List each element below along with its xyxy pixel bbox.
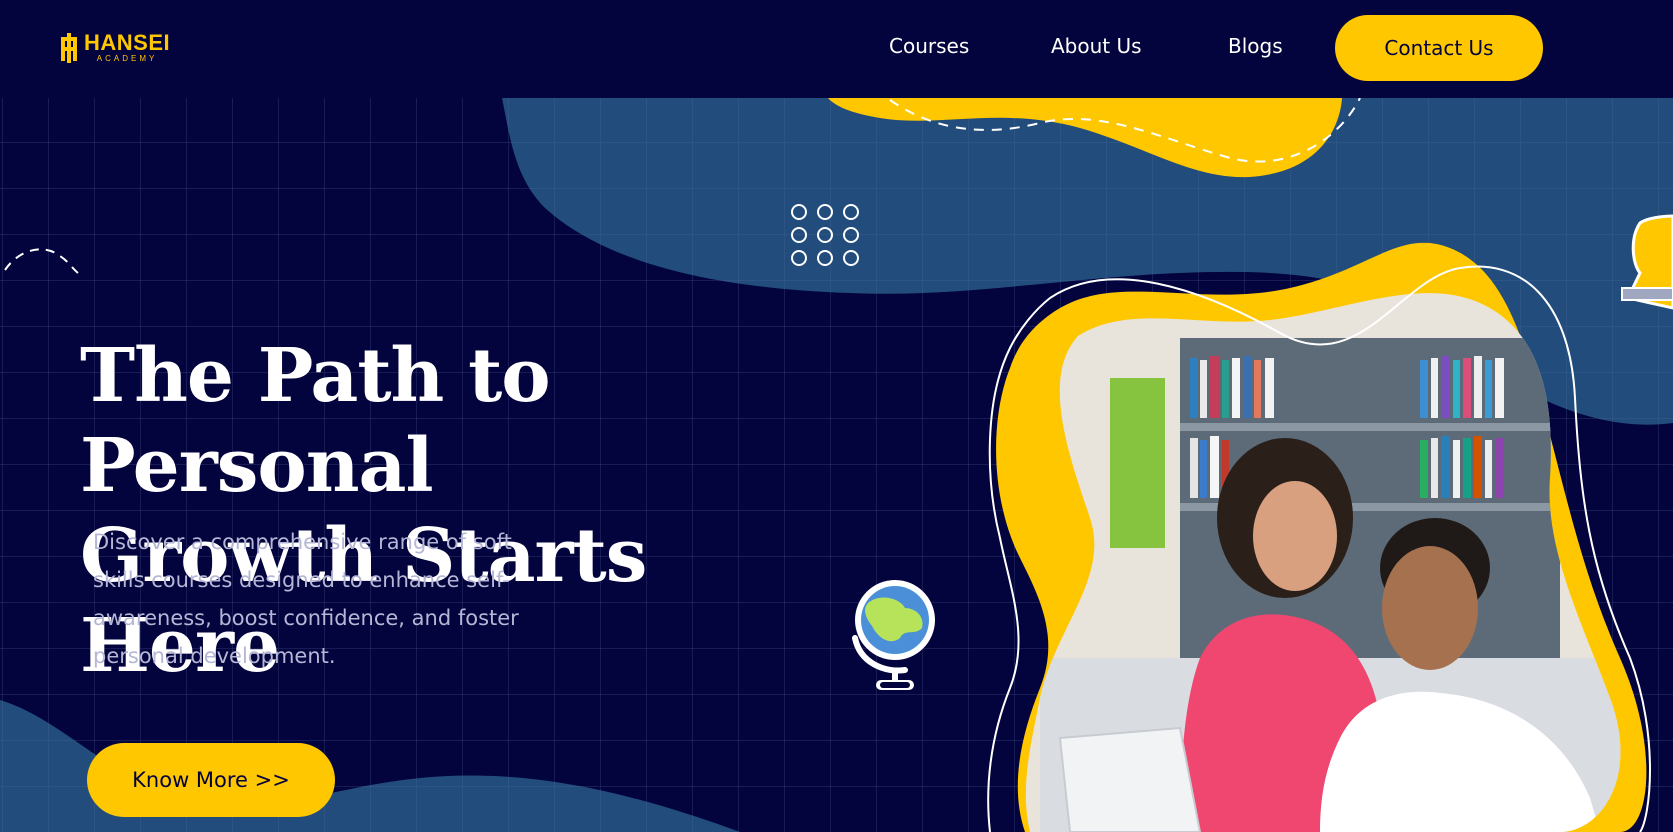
contact-us-button[interactable]: Contact Us — [1335, 15, 1543, 81]
hero-section: The Path to Personal Growth Starts Here … — [0, 98, 1673, 832]
logo-text: HANSEI ACADEMY — [84, 32, 170, 63]
top-navbar: HANSEI ACADEMY Courses About Us Blogs Co… — [0, 0, 1673, 98]
nav-blogs-link[interactable]: Blogs — [1228, 34, 1283, 58]
know-more-button[interactable]: Know More >> — [87, 743, 335, 817]
nav-courses-link[interactable]: Courses — [889, 34, 969, 58]
hansei-logo-icon — [61, 32, 77, 63]
nav-about-link[interactable]: About Us — [1051, 34, 1142, 58]
logo-name: HANSEI — [84, 30, 171, 55]
brand-logo[interactable]: HANSEI ACADEMY — [58, 32, 170, 63]
logo-subtitle: ACADEMY — [96, 54, 158, 63]
hero-title-line-1: The Path to Personal — [80, 333, 551, 509]
hero-description: Discover a comprehensive range of soft s… — [93, 530, 519, 668]
